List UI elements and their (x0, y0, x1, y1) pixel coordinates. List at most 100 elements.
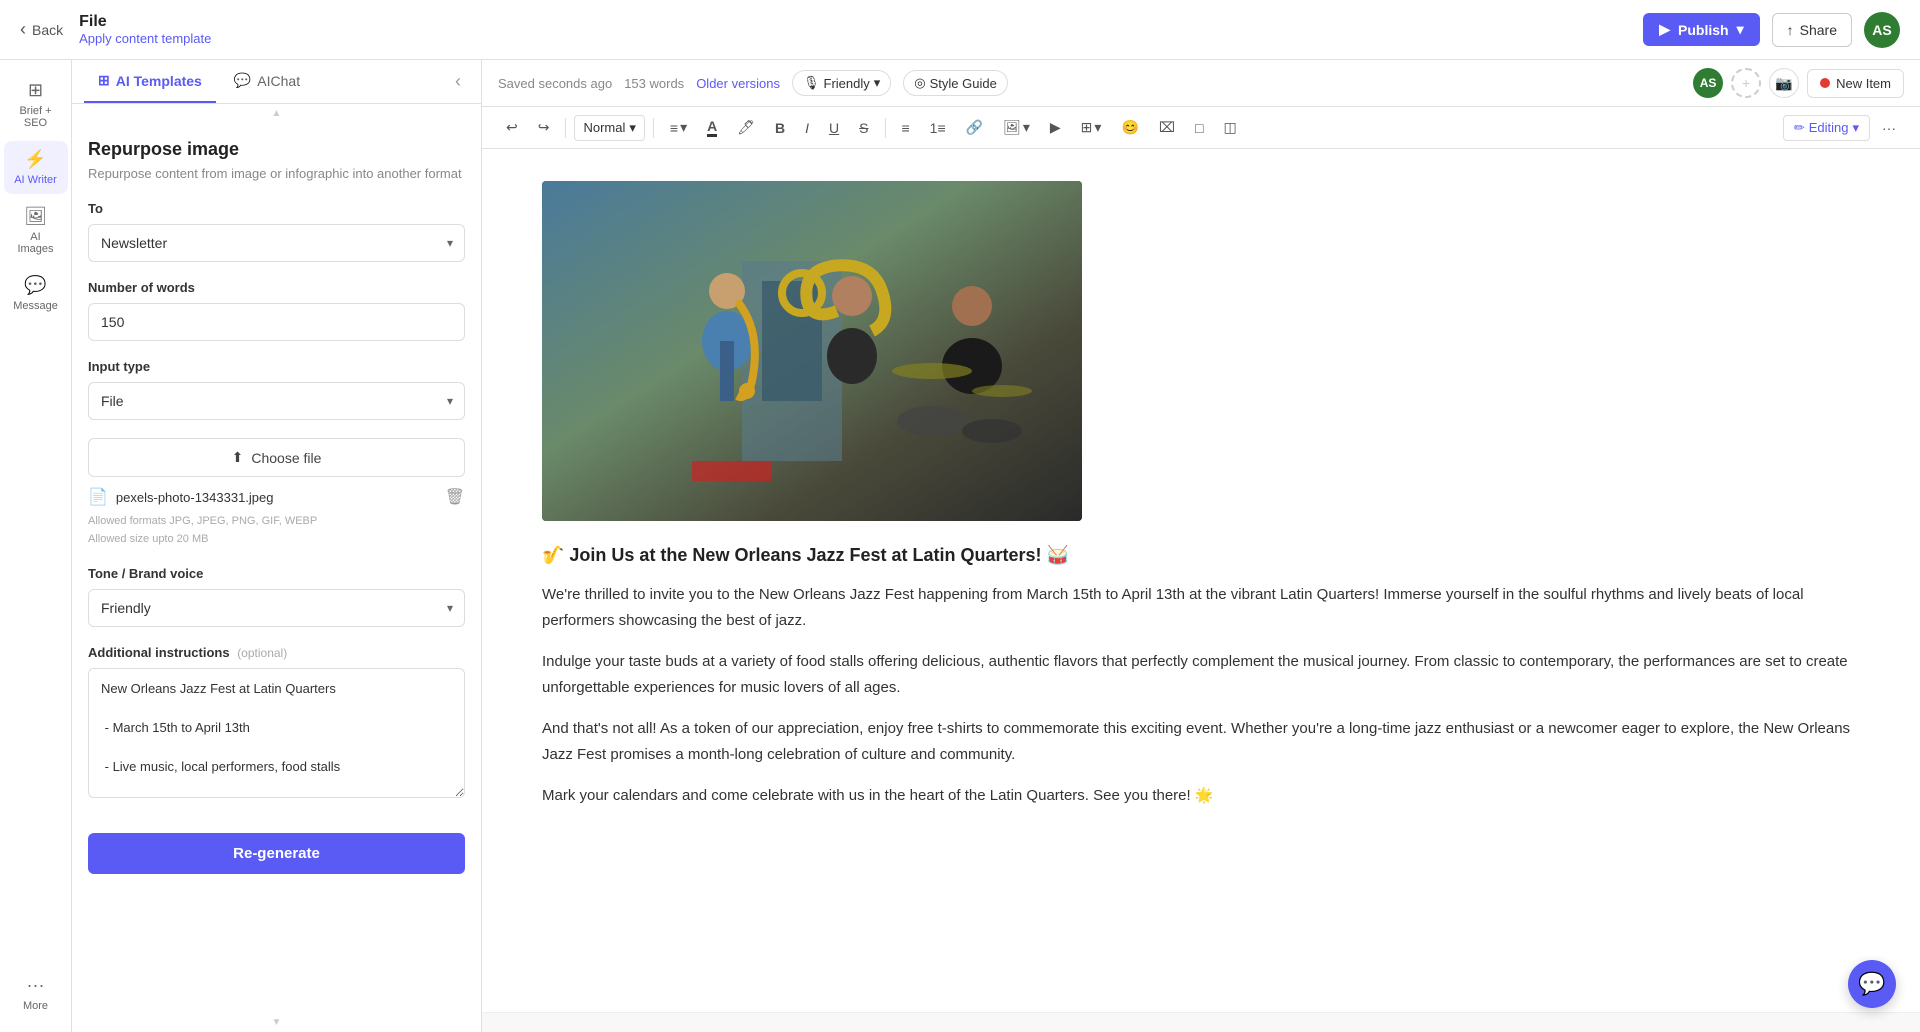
panel-collapse-button[interactable]: ‹ (447, 60, 469, 103)
play-button[interactable]: ▶ (1042, 114, 1069, 141)
regenerate-button[interactable]: Re-generate (88, 833, 465, 874)
sidebar-label-ai-writer: AI Writer (14, 174, 57, 186)
content-image (542, 181, 1082, 521)
sidebar-label-message: Message (13, 300, 58, 312)
back-button[interactable]: ‹ Back (20, 19, 63, 40)
editing-badge[interactable]: ✏ Editing ▾ (1783, 115, 1870, 141)
tab-ai-templates[interactable]: ⊞ AI Templates (84, 60, 216, 103)
table-icon: ⊞ (1081, 119, 1093, 136)
toolbar-extra-btn1[interactable]: □ (1187, 115, 1211, 141)
file-hint-formats: Allowed formats JPG, JPEG, PNG, GIF, WEB… (88, 513, 465, 531)
style-guide-icon: ◎ (914, 75, 925, 91)
delete-file-button[interactable]: 🗑 (445, 487, 465, 507)
camera-button[interactable]: 📷 (1769, 68, 1799, 98)
undo-button[interactable]: ↩ (498, 114, 526, 141)
word-count: 153 words (624, 76, 684, 91)
content-para-4[interactable]: Mark your calendars and come celebrate w… (542, 783, 1860, 809)
toolbar-divider-1 (565, 118, 566, 138)
content-para-2[interactable]: Indulge your taste buds at a variety of … (542, 649, 1860, 700)
to-select-wrapper: Newsletter Blog Post Social Post Email (88, 224, 465, 262)
more-toolbar-button[interactable]: ··· (1874, 115, 1904, 141)
share-button[interactable]: ↑ Share (1772, 13, 1852, 47)
content-para-1[interactable]: We're thrilled to invite you to the New … (542, 582, 1860, 633)
sidebar-label-brief-seo: Brief + SEO (14, 105, 58, 129)
text-color-icon: A (707, 118, 717, 137)
avatar[interactable]: AS (1864, 12, 1900, 48)
left-sidebar: ⊞ Brief + SEO ⚡ AI Writer 🖼 AI Images 💬 … (0, 60, 72, 1032)
file-group: ⬆ Choose file 📄 pexels-photo-1343331.jpe… (88, 438, 465, 548)
sidebar-item-more[interactable]: ··· More (4, 967, 68, 1020)
link-button[interactable]: 🔗 (958, 114, 991, 141)
to-select[interactable]: Newsletter Blog Post Social Post Email (88, 224, 465, 262)
redo-button[interactable]: ↪ (530, 114, 558, 141)
words-label: Number of words (88, 280, 465, 295)
align-button[interactable]: ≡ ▾ (662, 114, 695, 141)
content-para-3[interactable]: And that's not all! As a token of our ap… (542, 716, 1860, 767)
publish-button[interactable]: ▶ Publish ▾ (1643, 13, 1759, 46)
file-info: 📄 pexels-photo-1343331.jpeg 🗑 (88, 487, 465, 507)
highlight-icon: 🖊 (737, 119, 755, 136)
underline-icon: U (829, 120, 839, 136)
add-collaborator-button[interactable]: + (1731, 68, 1761, 98)
extra-icon-2: ◫ (1223, 119, 1236, 136)
main-layout: ⊞ Brief + SEO ⚡ AI Writer 🖼 AI Images 💬 … (0, 60, 1920, 1032)
image-button[interactable]: 🖼 ▾ (995, 114, 1038, 141)
bullet-list-icon: ≡ (902, 120, 910, 136)
underline-button[interactable]: U (821, 115, 847, 141)
scroll-indicator-bottom: ▼ (72, 1013, 481, 1032)
sidebar-item-ai-images[interactable]: 🖼 AI Images (4, 198, 68, 263)
sidebar-item-ai-writer[interactable]: ⚡ AI Writer (4, 141, 68, 194)
italic-button[interactable]: I (797, 115, 817, 141)
chat-bubble-button[interactable]: 💬 (1848, 960, 1896, 1008)
editor-avatar-initials: AS (1700, 76, 1717, 90)
older-versions-link[interactable]: Older versions (696, 76, 780, 91)
bold-button[interactable]: B (767, 115, 793, 141)
editor-content: 🎷 Join Us at the New Orleans Jazz Fest a… (482, 149, 1920, 1012)
sidebar-item-message[interactable]: 💬 Message (4, 267, 68, 320)
choose-file-button[interactable]: ⬆ Choose file (88, 438, 465, 477)
text-color-button[interactable]: A (699, 113, 725, 142)
bullet-list-button[interactable]: ≡ (894, 115, 918, 141)
friendly-label: Friendly (824, 76, 870, 91)
style-guide-button[interactable]: ◎ Style Guide (903, 70, 1008, 96)
new-item-button[interactable]: New Item (1807, 69, 1904, 98)
friendly-button[interactable]: 🎙 Friendly ▾ (792, 70, 891, 96)
tab-ai-chat[interactable]: 💬 AIChat (220, 60, 314, 103)
editor-bottom-scrollbar[interactable] (482, 1012, 1920, 1032)
instructions-textarea[interactable]: New Orleans Jazz Fest at Latin Quarters … (88, 668, 465, 798)
input-type-select[interactable]: File URL Text (88, 382, 465, 420)
table-chevron-icon: ▾ (1094, 119, 1101, 136)
toolbar-extra-btn2[interactable]: ◫ (1215, 114, 1244, 141)
numbered-list-button[interactable]: 1≡ (922, 115, 954, 141)
file-section: File Apply content template (79, 13, 211, 46)
new-item-dot (1820, 78, 1830, 88)
new-item-label: New Item (1836, 76, 1891, 91)
table-button[interactable]: ⊞ ▾ (1073, 114, 1110, 141)
emoji-button[interactable]: 😊 (1113, 114, 1146, 141)
content-heading: 🎷 Join Us at the New Orleans Jazz Fest a… (542, 545, 1860, 566)
optional-label: (optional) (237, 646, 287, 660)
editor-avatar[interactable]: AS (1693, 68, 1723, 98)
topbar-right: ▶ Publish ▾ ↑ Share AS (1643, 12, 1900, 48)
sidebar-item-brief-seo[interactable]: ⊞ Brief + SEO (4, 72, 68, 137)
tone-select[interactable]: Friendly Professional Casual Formal (88, 589, 465, 627)
image-icon: 🖼 (1003, 119, 1021, 136)
avatar-initials: AS (1872, 22, 1891, 38)
strikethrough-alt-button[interactable]: ⌧ (1151, 114, 1183, 141)
back-arrow-icon: ‹ (20, 19, 26, 40)
editor-meta: Saved seconds ago 153 words Older versio… (498, 70, 1008, 96)
topbar-left: ‹ Back File Apply content template (20, 13, 211, 46)
instructions-group: Additional instructions (optional) New O… (88, 645, 465, 803)
highlight-button[interactable]: 🖊 (729, 114, 763, 141)
redo-icon: ↪ (538, 119, 550, 136)
style-select[interactable]: Normal ▾ (574, 115, 644, 141)
scroll-indicator-top: ▲ (72, 104, 481, 123)
strikethrough-button[interactable]: S (851, 115, 876, 141)
words-input[interactable] (88, 303, 465, 341)
panel-title: Repurpose image (88, 139, 465, 160)
align-chevron-icon: ▾ (680, 119, 687, 136)
italic-icon: I (805, 120, 809, 136)
file-doc-icon: 📄 (88, 487, 108, 507)
apply-template-link[interactable]: Apply content template (79, 31, 211, 46)
file-hint-size: Allowed size upto 20 MB (88, 531, 465, 549)
